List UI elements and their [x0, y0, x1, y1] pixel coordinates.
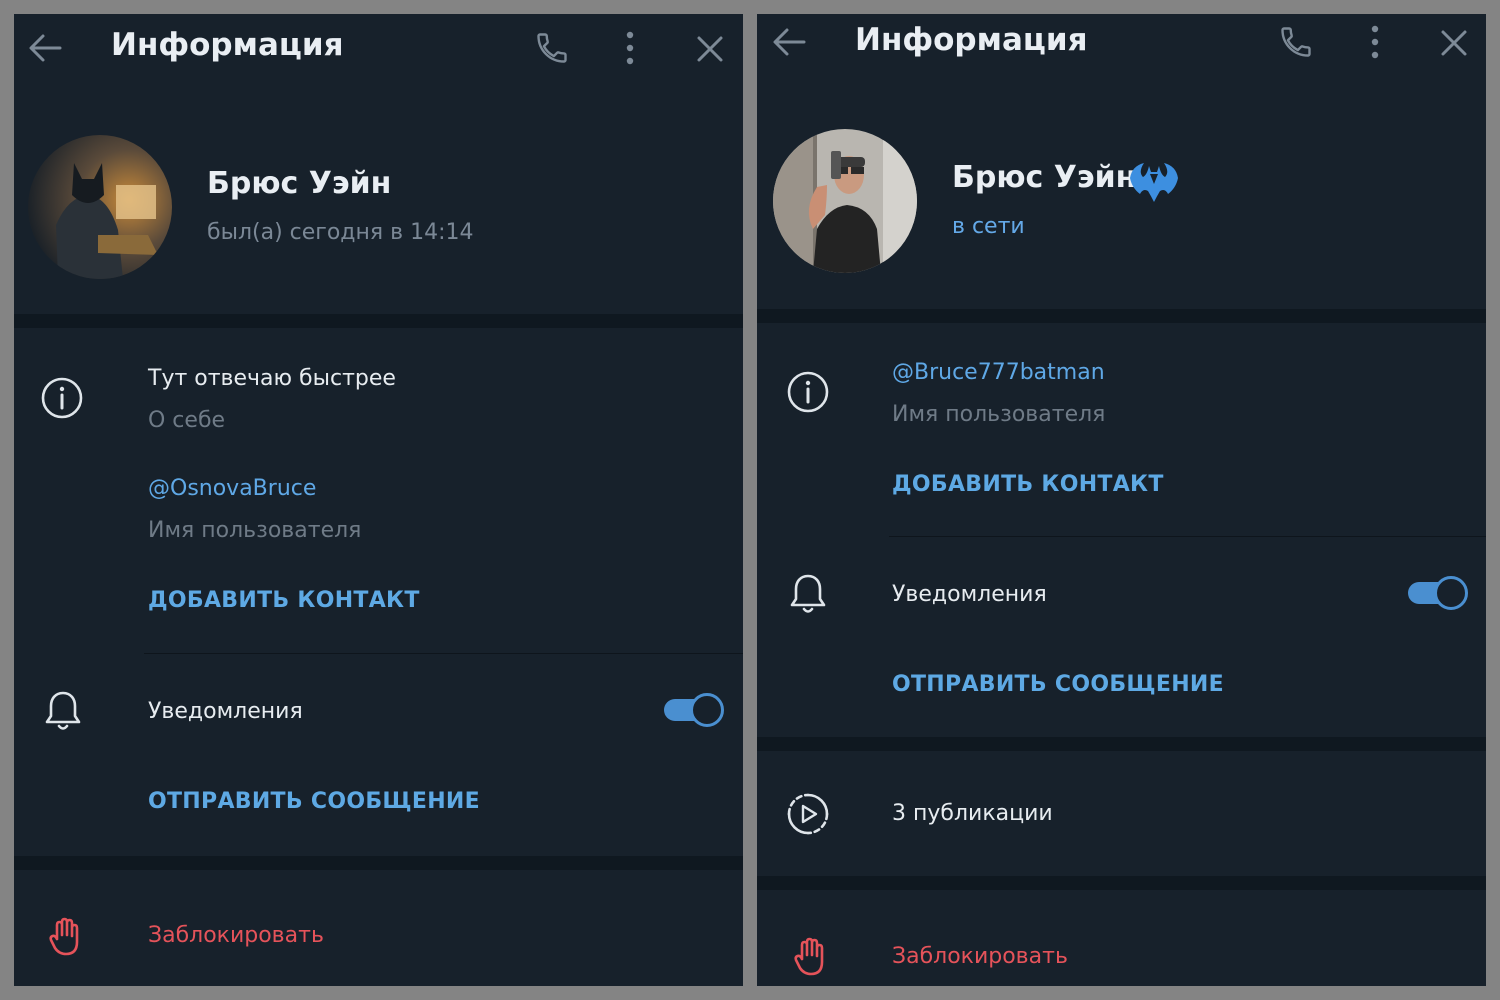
page-title: Информация [855, 22, 1088, 58]
toggle-knob [690, 693, 724, 727]
add-contact-button[interactable]: ДОБАВИТЬ КОНТАКТ [148, 588, 420, 613]
close-icon[interactable] [1440, 29, 1468, 57]
username-link[interactable]: @OsnovaBruce [148, 476, 316, 501]
back-arrow-icon[interactable] [28, 33, 62, 63]
username-label: Имя пользователя [892, 402, 1106, 427]
bell-icon [790, 574, 826, 613]
send-message-button[interactable]: ОТПРАВИТЬ СООБЩЕНИЕ [148, 789, 480, 814]
close-icon[interactable] [696, 35, 724, 63]
profile-info-panel-right: Информация Брюс Уэйн в сети @Bruce777bat… [757, 14, 1486, 986]
notifications-toggle[interactable] [1408, 576, 1468, 610]
phone-icon[interactable] [534, 30, 570, 66]
bell-icon [45, 691, 81, 730]
page-title: Информация [111, 27, 344, 63]
phone-icon[interactable] [1278, 24, 1314, 60]
back-arrow-icon[interactable] [772, 27, 806, 57]
profile-info-panel-left: Информация Брюс Уэйн был(а) сегодня в 14… [14, 14, 743, 986]
notifications-toggle[interactable] [664, 693, 724, 727]
section-separator [757, 309, 1486, 323]
online-status: в сети [952, 214, 1025, 239]
stories-count[interactable]: 3 публикации [892, 801, 1053, 826]
block-button[interactable]: Заблокировать [892, 944, 1068, 969]
contact-name: Брюс Уэйн [952, 160, 1137, 195]
send-message-button[interactable]: ОТПРАВИТЬ СООБЩЕНИЕ [892, 672, 1224, 697]
stories-play-icon [787, 793, 829, 835]
notifications-label: Уведомления [892, 582, 1047, 607]
username-label: Имя пользователя [148, 518, 362, 543]
block-hand-icon [49, 917, 79, 956]
block-hand-icon [794, 937, 824, 976]
block-button[interactable]: Заблокировать [148, 923, 324, 948]
info-icon [787, 371, 829, 413]
last-seen-status: был(а) сегодня в 14:14 [207, 220, 474, 245]
divider [889, 536, 1486, 537]
username-link[interactable]: @Bruce777batman [892, 360, 1105, 385]
section-separator [14, 856, 743, 870]
divider [144, 653, 743, 654]
add-contact-button[interactable]: ДОБАВИТЬ КОНТАКТ [892, 472, 1164, 497]
info-icon [41, 377, 83, 419]
contact-name: Брюс Уэйн [207, 166, 392, 201]
notifications-label: Уведомления [148, 699, 303, 724]
avatar[interactable] [773, 129, 917, 273]
more-options-icon[interactable] [1365, 24, 1385, 60]
bio-label: О себе [148, 408, 226, 433]
section-separator [14, 314, 743, 328]
bat-emoji-icon [1130, 163, 1178, 202]
section-separator [757, 737, 1486, 751]
more-options-icon[interactable] [620, 30, 640, 66]
bio-text: Тут отвечаю быстрее [148, 366, 396, 391]
toggle-knob [1434, 576, 1468, 610]
avatar[interactable] [28, 135, 172, 279]
section-separator [757, 876, 1486, 890]
